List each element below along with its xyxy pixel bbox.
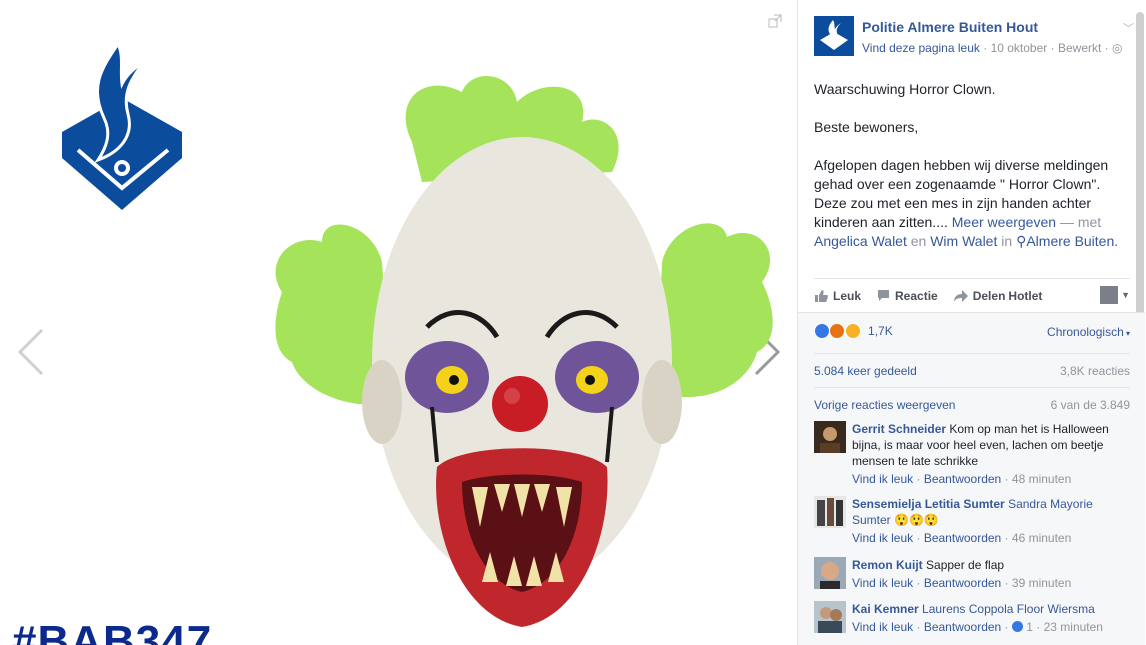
previous-comments-link[interactable]: Vorige reacties weergeven [814,398,955,412]
page-name[interactable]: Politie Almere Buiten Hout [862,19,1038,35]
post-text: Waarschuwing Horror Clown. Beste bewoner… [814,80,1134,251]
comment-like-link[interactable]: Vind ik leuk [852,531,913,545]
expand-icon[interactable] [768,14,782,28]
like-badge-icon [1011,621,1023,632]
angry-reaction-icon [829,323,846,339]
caret-down-icon: ▾ [1123,329,1130,338]
comment-like-link[interactable]: Vind ik leuk [852,620,913,634]
post-header: Politie Almere Buiten Hout Vind deze pag… [814,16,1134,58]
comment-author[interactable]: Remon Kuijt [852,558,923,572]
comment-time[interactable]: 23 minuten [1044,620,1103,634]
location-link[interactable]: Almere Buiten. [1026,233,1118,249]
avatar [1100,286,1119,304]
page-avatar[interactable] [814,16,854,56]
hotlet-button[interactable]: Hotlet [1008,289,1042,303]
comment-author[interactable]: Gerrit Schneider [852,422,946,436]
comment-time[interactable]: 39 minuten [1012,576,1071,590]
engagement-section: 1,7K Chronologisch ▾ 5.084 keer gedeeld … [798,312,1145,645]
comment-like-count[interactable]: 1 [1026,620,1033,634]
comment-time[interactable]: 48 minuten [1012,472,1071,486]
wow-reaction-icon [844,323,861,339]
comment-time[interactable]: 46 minuten [1012,531,1071,545]
comment: Remon Kuijt Sapper de flap Vind ik leuk … [814,557,1130,591]
hashtag-overlay: #BAB347 [12,617,213,645]
post-date[interactable]: 10 oktober [991,41,1048,55]
like-button[interactable]: Leuk [814,289,861,303]
comment-text: Sapper de flap [926,558,1005,572]
comment-emoji: 😲😲😲 [894,513,939,527]
share-count-row: 5.084 keer gedeeld 3,8K reacties [814,353,1130,387]
comment-like-link[interactable]: Vind ik leuk [852,576,913,590]
post-body: Afgelopen dagen hebben wij diverse meldi… [814,157,1119,249]
horror-clown-image [275,75,773,627]
comment-reply-link[interactable]: Beantwoorden [924,576,1001,590]
comment-sort-dropdown[interactable]: Chronologisch ▾ [1047,325,1130,339]
like-page-link[interactable]: Vind deze pagina leuk [862,41,980,55]
like-reaction-icon [814,323,830,339]
comment-reply-link[interactable]: Beantwoorden [924,620,1001,634]
post-actions: Leuk Reactie Delen Hotlet ▼ [814,278,1130,312]
comment-icon [878,290,890,301]
comment-meta: Vind ik leuk · Beantwoorden · 46 minuten [852,531,1072,545]
post-title-line: Waarschuwing Horror Clown. [814,81,996,97]
comment-range: 6 van de 3.849 [1050,398,1130,412]
comment: Gerrit Schneider Kom op man het is Hallo… [814,421,1130,487]
post-greeting: Beste bewoners, [814,119,919,135]
previous-photo-arrow-icon[interactable] [16,328,46,376]
thumbs-up-icon [815,290,828,302]
comment: Sensemielja Letitia Sumter Sandra Mayori… [814,496,1130,546]
comment-meta: Vind ik leuk · Beantwoorden · 48 minuten [852,472,1072,486]
reactions-summary[interactable]: 1,7K Chronologisch ▾ [814,323,1130,341]
avatar[interactable] [814,557,846,589]
avatar[interactable] [814,601,846,633]
share-button[interactable]: Delen Hotlet [953,289,1042,303]
avatar[interactable] [814,496,846,528]
comment-author[interactable]: Kai Kemner [852,602,919,616]
comment-count: 3,8K reacties [1059,364,1130,378]
comment-meta: Vind ik leuk · Beantwoorden · 1 · 23 min… [852,620,1103,634]
comment-author[interactable]: Sensemielja Letitia Sumter [852,497,1005,511]
previous-comments-row: Vorige reacties weergeven 6 van de 3.849 [814,387,1130,421]
chevron-down-icon[interactable]: ﹀ [1123,20,1134,36]
post-as-selector[interactable]: ▼ [1100,286,1130,304]
comment-meta: Vind ik leuk · Beantwoorden · 39 minuten [852,576,1072,590]
police-logo-icon [62,41,182,210]
avatar[interactable] [814,421,846,453]
share-arrow-icon [953,289,968,302]
comment-like-link[interactable]: Vind ik leuk [852,472,913,486]
caret-down-icon: ▼ [1121,290,1130,300]
comment-reply-link[interactable]: Beantwoorden [924,472,1001,486]
tagged-person-link[interactable]: Laurens Coppola Floor Wiersma [922,602,1095,616]
post-sidebar: Politie Almere Buiten Hout Vind deze pag… [797,0,1146,645]
tagged-person-link[interactable]: Angelica Walet [814,233,907,249]
edited-label[interactable]: Bewerkt [1058,41,1101,55]
comment-reply-link[interactable]: Beantwoorden [924,531,1001,545]
tagged-person-link[interactable]: Wim Walet [930,233,997,249]
see-more-link[interactable]: Meer weergeven [952,214,1056,230]
location-pin-icon: ⚲ [1016,233,1027,249]
reaction-count: 1,7K [868,324,893,338]
photo-viewer: #BAB347 [0,0,797,645]
comment: Kai Kemner Laurens Coppola Floor Wiersma… [814,601,1130,635]
post-meta: Vind deze pagina leuk · 10 oktober · Bew… [862,41,1123,55]
comment-button[interactable]: Reactie [877,289,938,303]
globe-icon: ◎ [1112,41,1123,55]
share-count[interactable]: 5.084 keer gedeeld [814,364,917,378]
